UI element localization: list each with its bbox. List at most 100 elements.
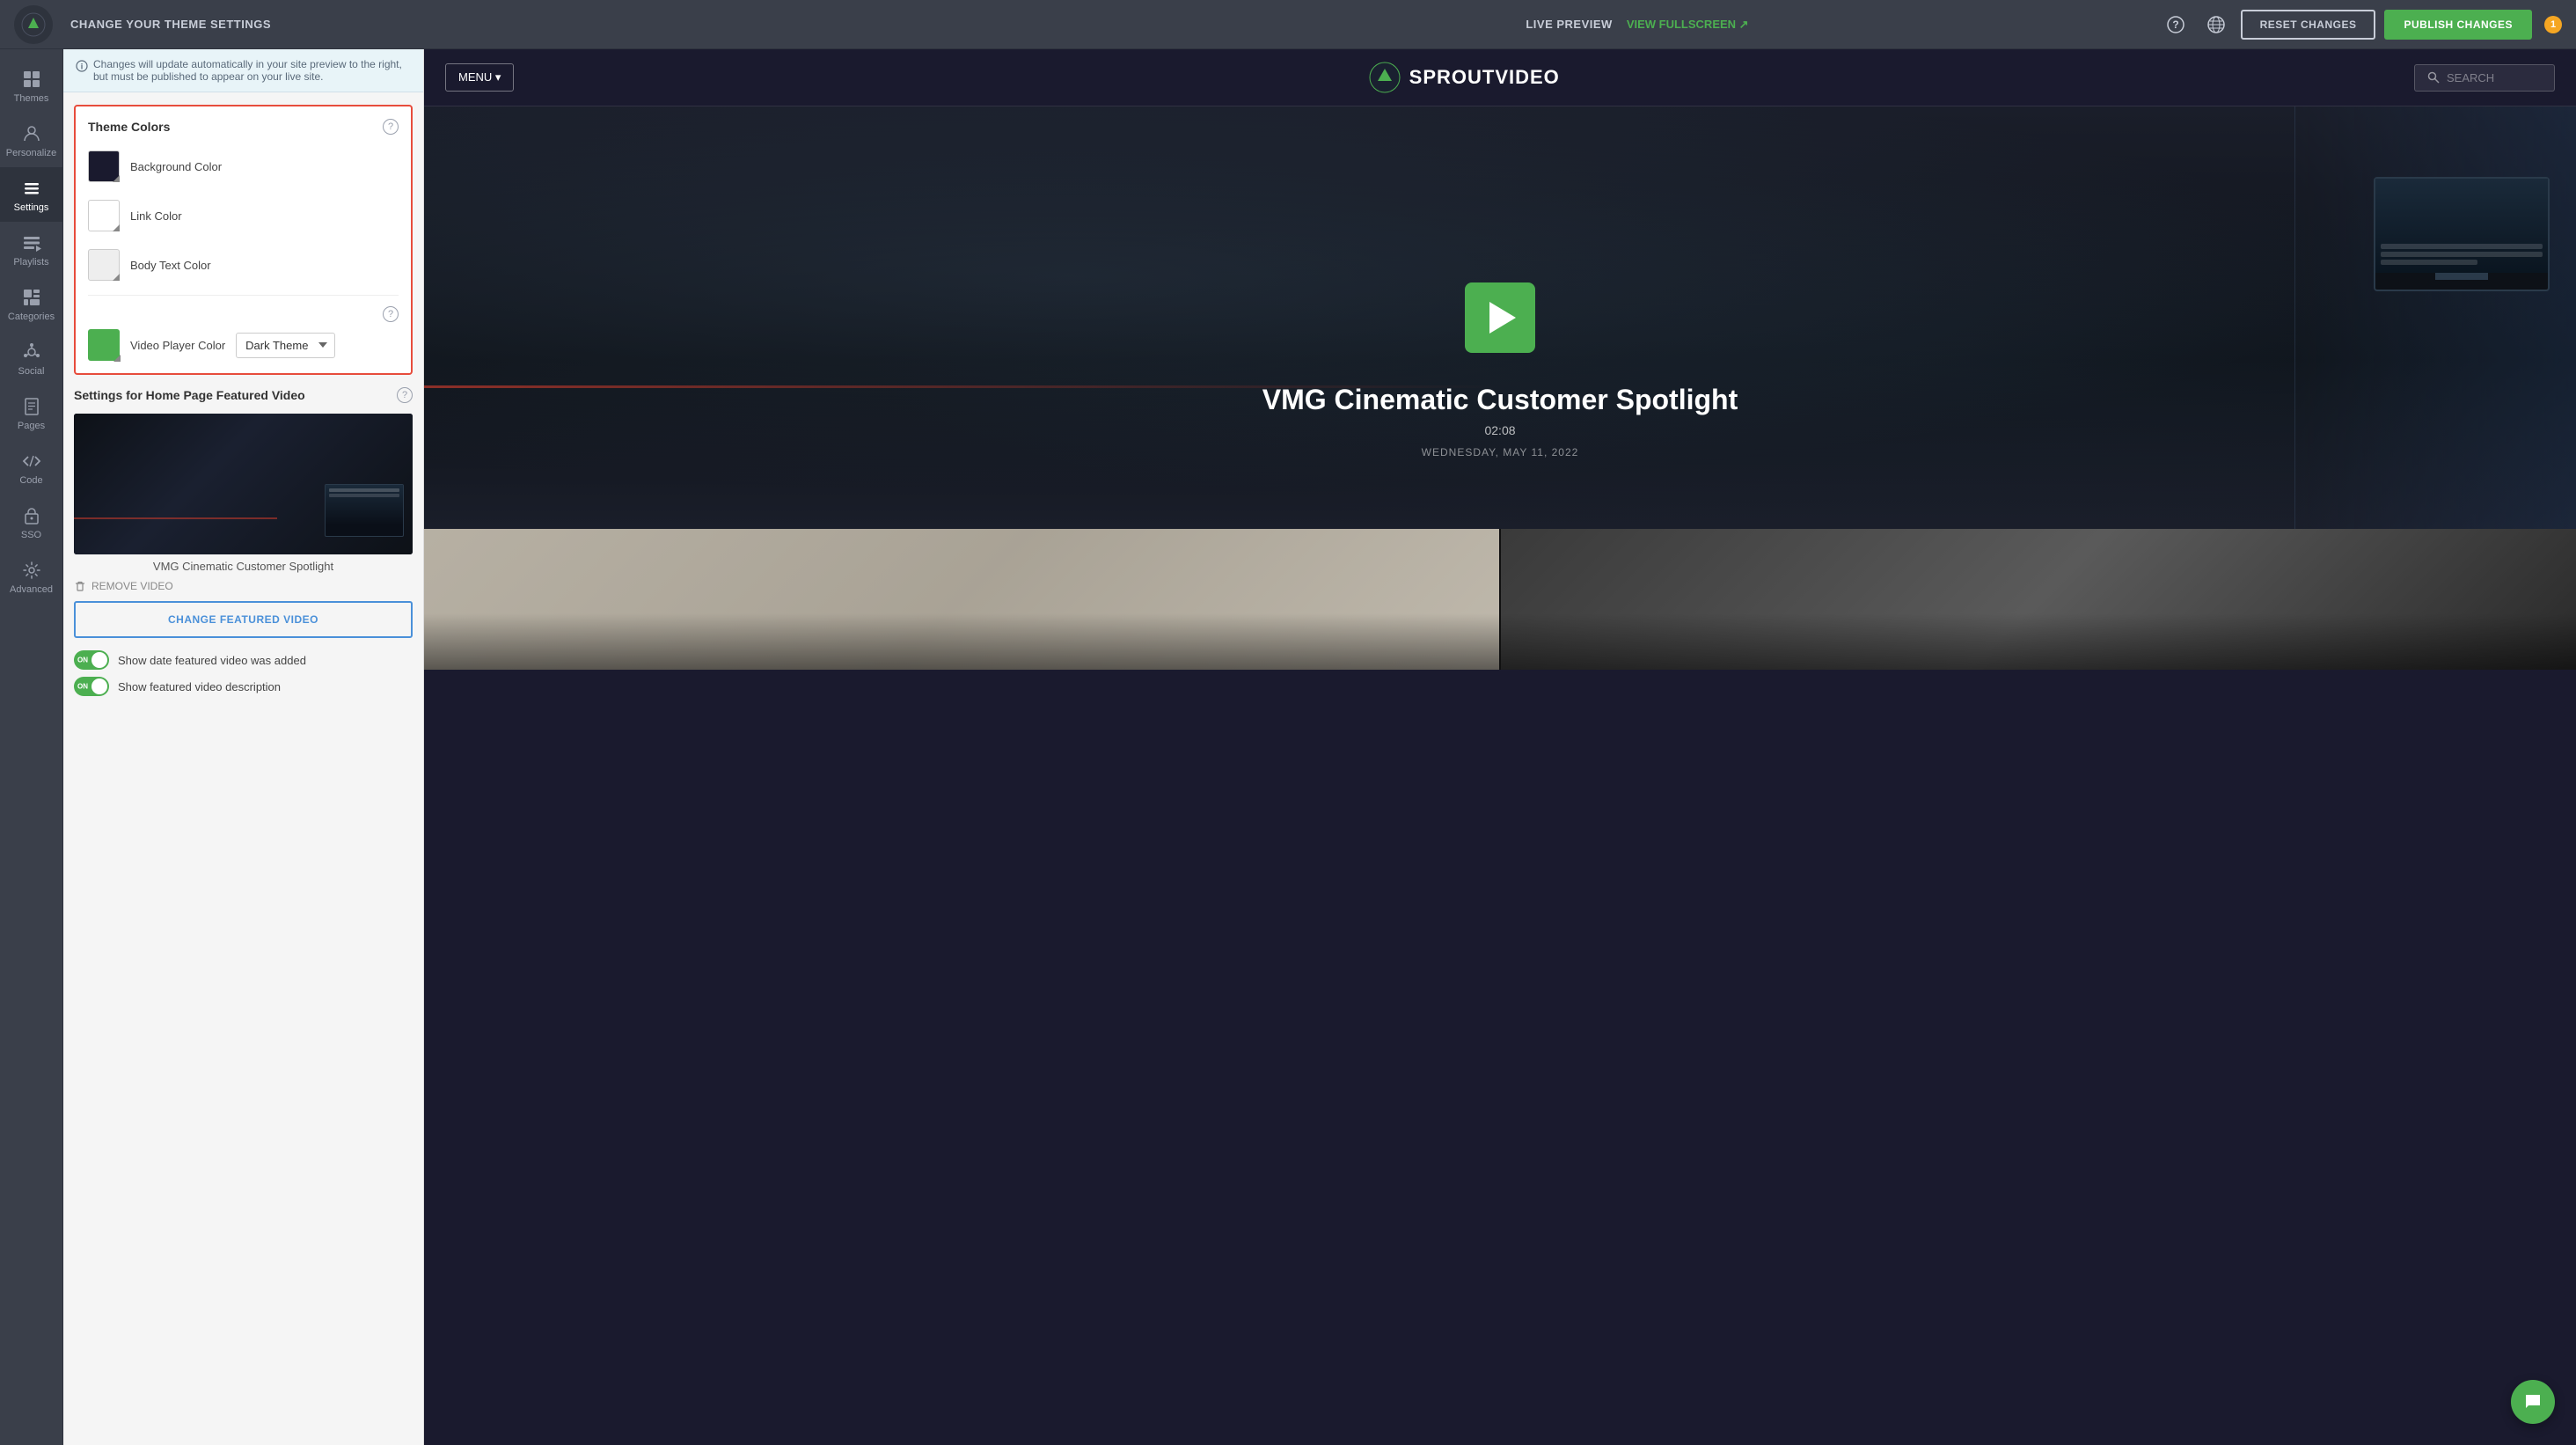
- sidebar-item-code[interactable]: Code: [0, 440, 63, 495]
- featured-help[interactable]: ?: [397, 387, 413, 403]
- video-player-swatch[interactable]: [88, 329, 120, 361]
- link-color-row: Link Color: [88, 196, 399, 235]
- side-nav: Themes Personalize Settings: [0, 49, 63, 1445]
- search-icon: [2427, 71, 2440, 84]
- thumbnail-inner: SPROUTVIDEO: [74, 414, 413, 554]
- chat-icon: [2522, 1391, 2543, 1412]
- background-color-swatch[interactable]: [88, 150, 120, 182]
- remove-video-button[interactable]: REMOVE VIDEO: [74, 580, 173, 592]
- chat-widget[interactable]: [2511, 1380, 2555, 1424]
- red-arrow-annotation: [0, 122, 9, 158]
- show-description-toggle[interactable]: [74, 677, 109, 696]
- video-player-swatch-arrow: [113, 355, 121, 362]
- sidebar-item-settings[interactable]: Settings: [0, 167, 63, 222]
- trash-icon: [74, 580, 86, 592]
- categories-label: Categories: [8, 312, 55, 322]
- preview-hero: VMG Cinematic Customer Spotlight 02:08 W…: [424, 106, 2576, 529]
- sidebar-item-pages[interactable]: Pages: [0, 385, 63, 440]
- svg-text:i: i: [81, 62, 84, 71]
- preview-search-bar[interactable]: SEARCH: [2414, 64, 2555, 92]
- link-color-label: Link Color: [130, 209, 182, 223]
- thumbnail-deco-line: [74, 517, 277, 519]
- sidebar-item-advanced[interactable]: Advanced: [0, 549, 63, 604]
- monitor-stand: [2435, 273, 2488, 280]
- info-bar: i Changes will update automatically in y…: [63, 49, 423, 92]
- preview-menu-button[interactable]: MENU ▾: [445, 63, 514, 92]
- reset-changes-button[interactable]: RESET CHANGES: [2241, 10, 2376, 40]
- dark-theme-select[interactable]: Dark Theme Light Theme: [236, 333, 335, 358]
- link-swatch-arrow: [113, 224, 120, 231]
- body-text-swatch-arrow: [113, 274, 120, 281]
- live-preview-label: LIVE PREVIEW: [1526, 18, 1612, 31]
- video-player-help-row: ?: [88, 306, 399, 322]
- panel-scroll: i Changes will update automatically in y…: [63, 49, 423, 1445]
- help-icon: ?: [2167, 16, 2184, 33]
- pages-label: Pages: [18, 421, 45, 431]
- publish-changes-button[interactable]: PUBLISH CHANGES: [2384, 10, 2532, 40]
- theme-colors-help[interactable]: ?: [383, 119, 399, 135]
- preview-logo-text: SPROUTVIDEO: [1409, 66, 1560, 89]
- sso-label: SSO: [21, 530, 41, 540]
- sidebar-item-personalize[interactable]: Personalize: [0, 113, 63, 167]
- social-icon: [21, 341, 42, 363]
- divider: [88, 295, 399, 296]
- hero-date: WEDNESDAY, MAY 11, 2022: [640, 446, 2361, 458]
- hero-duration: 02:08: [640, 423, 2361, 437]
- themes-icon: [21, 69, 42, 90]
- grid-item-2-overlay: [1501, 613, 2576, 670]
- sso-icon: [21, 505, 42, 526]
- preview-site: MENU ▾ SPROUTVIDEO SEARCH: [424, 49, 2576, 670]
- grid-item-1-overlay: [424, 613, 1499, 670]
- video-player-row: Video Player Color Dark Theme Light Them…: [88, 329, 399, 361]
- hero-play-button[interactable]: [1465, 282, 1535, 353]
- background-color-label: Background Color: [130, 160, 222, 173]
- sproutvideo-logo-icon: [21, 12, 46, 37]
- preview-logo: SPROUTVIDEO: [1369, 62, 1560, 93]
- grid-item-1: [424, 529, 1499, 670]
- video-player-label: Video Player Color: [130, 339, 225, 352]
- globe-button[interactable]: [2200, 9, 2232, 40]
- screen-line1: [329, 488, 399, 492]
- link-color-swatch[interactable]: [88, 200, 120, 231]
- code-label: Code: [19, 475, 42, 486]
- hero-title: VMG Cinematic Customer Spotlight: [640, 384, 2361, 416]
- sidebar-item-themes[interactable]: Themes: [0, 58, 63, 113]
- view-fullscreen-link[interactable]: VIEW FULLSCREEN ↗: [1627, 18, 1749, 32]
- app-logo: [14, 5, 53, 44]
- show-date-toggle[interactable]: [74, 650, 109, 670]
- thumbnail-screen: [326, 485, 403, 525]
- sidebar-item-social[interactable]: Social: [0, 331, 63, 385]
- featured-video-name: VMG Cinematic Customer Spotlight: [74, 560, 413, 573]
- video-player-help[interactable]: ?: [383, 306, 399, 322]
- featured-section-header: Settings for Home Page Featured Video ?: [74, 387, 413, 403]
- svg-text:?: ?: [2172, 18, 2178, 31]
- background-swatch-arrow: [113, 175, 120, 182]
- playlists-label: Playlists: [13, 257, 48, 268]
- sidebar-item-sso[interactable]: SSO: [0, 495, 63, 549]
- screen-line-2: [2381, 252, 2543, 257]
- hero-content: VMG Cinematic Customer Spotlight 02:08 W…: [640, 384, 2361, 458]
- body-text-color-swatch[interactable]: [88, 249, 120, 281]
- code-icon: [21, 451, 42, 472]
- top-bar-actions: ? RESET CHANGES PUBLISH CHANGES 1: [2160, 9, 2562, 40]
- change-featured-video-button[interactable]: CHANGE FEATURED VIDEO: [74, 601, 413, 638]
- preview-search-label: SEARCH: [2447, 71, 2494, 84]
- sidebar-item-categories[interactable]: Categories: [0, 276, 63, 331]
- categories-icon: [21, 287, 42, 308]
- hero-monitor: [2374, 177, 2550, 291]
- theme-colors-title: Theme Colors: [88, 120, 170, 134]
- screen-line-3: [2381, 260, 2477, 265]
- screen-line-1: [2381, 244, 2543, 249]
- settings-label: Settings: [14, 202, 49, 213]
- sidebar-item-playlists[interactable]: Playlists: [0, 222, 63, 276]
- live-preview-section: LIVE PREVIEW VIEW FULLSCREEN ↗: [1115, 18, 2159, 32]
- settings-icon: [21, 178, 42, 199]
- hero-monitor-screen: [2375, 179, 2548, 273]
- notification-badge: 1: [2544, 16, 2562, 33]
- help-button[interactable]: ?: [2160, 9, 2192, 40]
- background-color-row: Background Color: [88, 147, 399, 186]
- body-text-color-row: Body Text Color: [88, 246, 399, 284]
- playlists-icon: [21, 232, 42, 253]
- info-bar-text: Changes will update automatically in you…: [93, 58, 411, 83]
- toggle-description-row: Show featured video description: [74, 677, 413, 696]
